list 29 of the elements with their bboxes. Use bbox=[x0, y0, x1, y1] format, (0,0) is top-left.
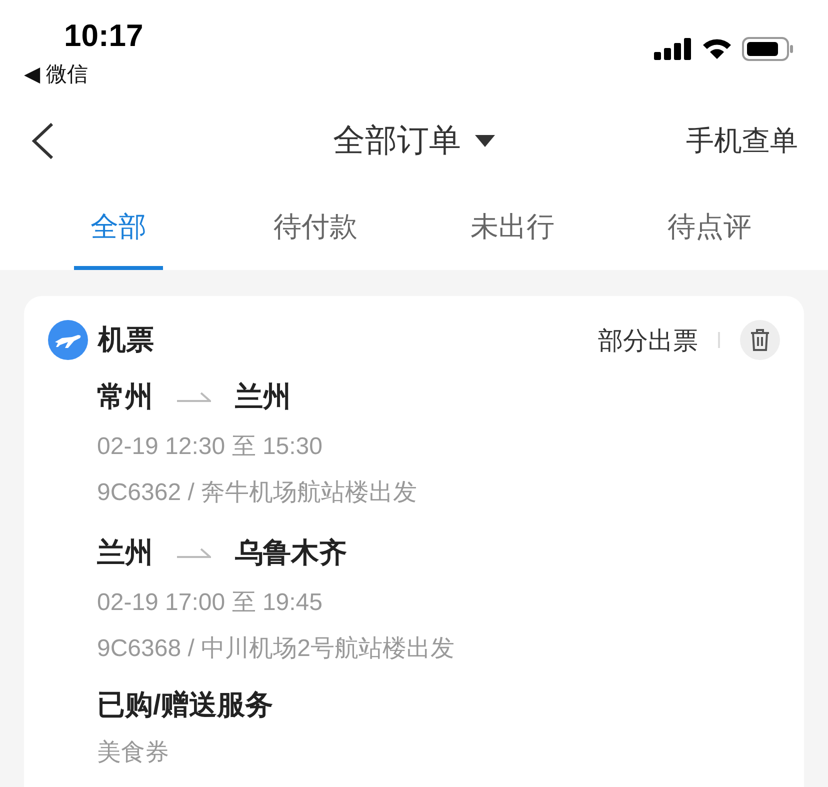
departure-city: 常州 bbox=[97, 380, 153, 414]
status-time: 10:17 bbox=[64, 18, 144, 54]
wifi-icon bbox=[702, 38, 732, 60]
dropdown-caret-icon[interactable] bbox=[475, 135, 495, 147]
back-to-app-link[interactable]: ◀ 微信 bbox=[24, 60, 144, 88]
phone-lookup-link[interactable]: 手机查单 bbox=[686, 122, 798, 160]
page-title[interactable]: 全部订单 bbox=[333, 119, 461, 163]
trash-icon bbox=[749, 328, 771, 352]
back-icon[interactable] bbox=[30, 121, 56, 161]
tab[interactable]: 待付款 bbox=[217, 184, 414, 270]
services-title: 已购/赠送服务 bbox=[96, 688, 274, 722]
tab[interactable]: 待点评 bbox=[611, 184, 808, 270]
airplane-icon bbox=[48, 320, 88, 360]
service-item: 美食券 bbox=[96, 738, 170, 768]
departure-city: 兰州 bbox=[97, 536, 153, 570]
delete-button[interactable] bbox=[740, 320, 780, 360]
arrival-city: 乌鲁木齐 bbox=[235, 536, 347, 570]
order-card[interactable]: 机票 部分出票 常州 兰州 02-19 12:30 至 15:30 9C6362 / 奔牛机场航站楼出发 兰州 乌鲁木齐 02-19 17:00 至 19:45 9C6368 / 中川机场2号航站楼出发 已购/赠送服务 美食券 bbox=[24, 296, 804, 787]
tab[interactable]: 全部 bbox=[74, 184, 163, 270]
signal-icon bbox=[654, 38, 692, 60]
arrival-city: 兰州 bbox=[235, 380, 291, 414]
flight-info: 9C6362 / 奔牛机场航站楼出发 bbox=[97, 478, 418, 508]
order-status: 部分出票 bbox=[598, 326, 698, 356]
order-type: 机票 bbox=[98, 323, 154, 357]
flight-time: 02-19 12:30 至 15:30 bbox=[97, 432, 324, 462]
battery-icon bbox=[742, 37, 794, 61]
flight-time: 02-19 17:00 至 19:45 bbox=[97, 588, 324, 618]
tab[interactable]: 未出行 bbox=[414, 184, 611, 270]
flight-info: 9C6368 / 中川机场2号航站楼出发 bbox=[97, 634, 456, 664]
